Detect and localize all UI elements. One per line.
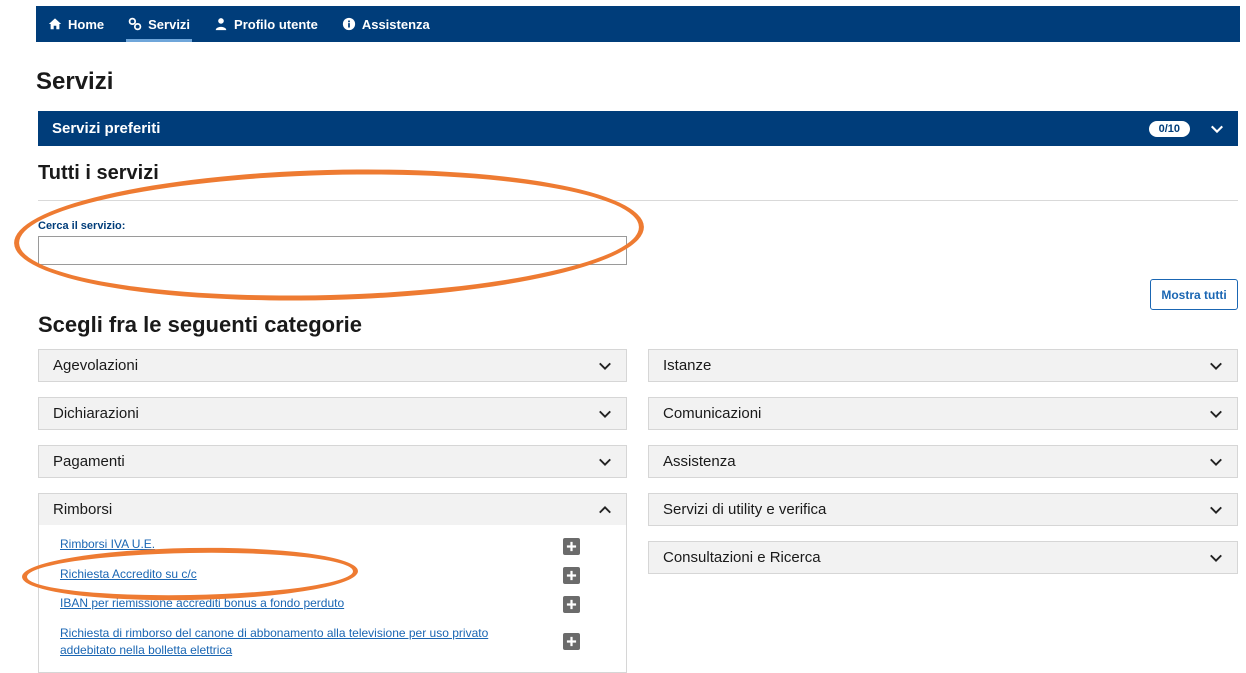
favorites-label: Servizi preferiti: [52, 120, 161, 137]
rimborsi-panel: Rimborsi IVA U.E. Richiesta Accredito su…: [38, 525, 627, 673]
nav-home[interactable]: Home: [36, 6, 116, 42]
search-label: Cerca il servizio:: [38, 220, 126, 232]
add-favorite-button[interactable]: [563, 567, 580, 584]
chevron-down-icon: [598, 359, 612, 373]
divider: [38, 200, 1238, 201]
service-link-rimborsi-iva[interactable]: Rimborsi IVA U.E.: [60, 536, 155, 553]
service-link-rimborso-canone-tv[interactable]: Richiesta di rimborso del canone di abbo…: [60, 625, 520, 659]
chevron-down-icon: [1210, 122, 1224, 136]
nav-home-label: Home: [68, 16, 105, 32]
chevron-down-icon: [598, 455, 612, 469]
category-assistenza[interactable]: Assistenza: [648, 445, 1238, 478]
category-label: Rimborsi: [53, 501, 113, 518]
service-link-richiesta-accredito[interactable]: Richiesta Accredito su c/c: [60, 566, 197, 583]
category-agevolazioni[interactable]: Agevolazioni: [38, 349, 627, 382]
top-navigation: Home Servizi Profilo utente Assistenza: [36, 6, 1240, 42]
category-dichiarazioni[interactable]: Dichiarazioni: [38, 397, 627, 430]
category-rimborsi[interactable]: Rimborsi: [38, 493, 627, 526]
nav-assistenza-label: Assistenza: [361, 16, 430, 32]
category-label: Consultazioni e Ricerca: [663, 549, 821, 566]
category-label: Agevolazioni: [53, 357, 139, 374]
add-favorite-button[interactable]: [563, 538, 580, 555]
nav-assistenza[interactable]: Assistenza: [330, 6, 442, 42]
nav-profilo-utente[interactable]: Profilo utente: [202, 6, 330, 42]
show-all-button[interactable]: Mostra tutti: [1150, 279, 1238, 310]
plus-icon: [566, 636, 577, 647]
category-pagamenti[interactable]: Pagamenti: [38, 445, 627, 478]
favorites-count-badge: 0/10: [1148, 120, 1190, 137]
search-input[interactable]: [38, 236, 627, 265]
chevron-up-icon: [598, 503, 612, 517]
category-label: Servizi di utility e verifica: [663, 501, 827, 518]
chevron-down-icon: [1209, 455, 1223, 469]
category-label: Dichiarazioni: [53, 405, 139, 422]
plus-icon: [566, 570, 577, 581]
user-icon: [214, 17, 228, 31]
nav-profilo-label: Profilo utente: [234, 16, 318, 32]
chevron-down-icon: [1209, 359, 1223, 373]
home-icon: [48, 17, 62, 31]
chevron-down-icon: [1209, 503, 1223, 517]
category-consultazioni[interactable]: Consultazioni e Ricerca: [648, 541, 1238, 574]
chevron-down-icon: [1209, 407, 1223, 421]
add-favorite-button[interactable]: [563, 596, 580, 613]
chevron-down-icon: [1209, 551, 1223, 565]
all-services-title: Tutti i servizi: [38, 162, 159, 184]
category-servizi-utility[interactable]: Servizi di utility e verifica: [648, 493, 1238, 526]
services-icon: [128, 17, 142, 31]
plus-icon: [566, 599, 577, 610]
nav-servizi[interactable]: Servizi: [116, 6, 202, 42]
category-label: Assistenza: [663, 453, 736, 470]
favorites-accordion[interactable]: Servizi preferiti 0/10: [38, 111, 1238, 146]
category-comunicazioni[interactable]: Comunicazioni: [648, 397, 1238, 430]
plus-icon: [566, 541, 577, 552]
category-label: Pagamenti: [53, 453, 125, 470]
page-title: Servizi: [36, 68, 114, 95]
info-icon: [342, 17, 356, 31]
service-link-iban-riemissione[interactable]: IBAN per riemissione accrediti bonus a f…: [60, 595, 344, 612]
category-label: Comunicazioni: [663, 405, 762, 422]
nav-servizi-label: Servizi: [148, 16, 191, 32]
category-label: Istanze: [663, 357, 712, 374]
category-istanze[interactable]: Istanze: [648, 349, 1238, 382]
add-favorite-button[interactable]: [563, 633, 580, 650]
chevron-down-icon: [598, 407, 612, 421]
categories-title: Scegli fra le seguenti categorie: [38, 312, 363, 337]
